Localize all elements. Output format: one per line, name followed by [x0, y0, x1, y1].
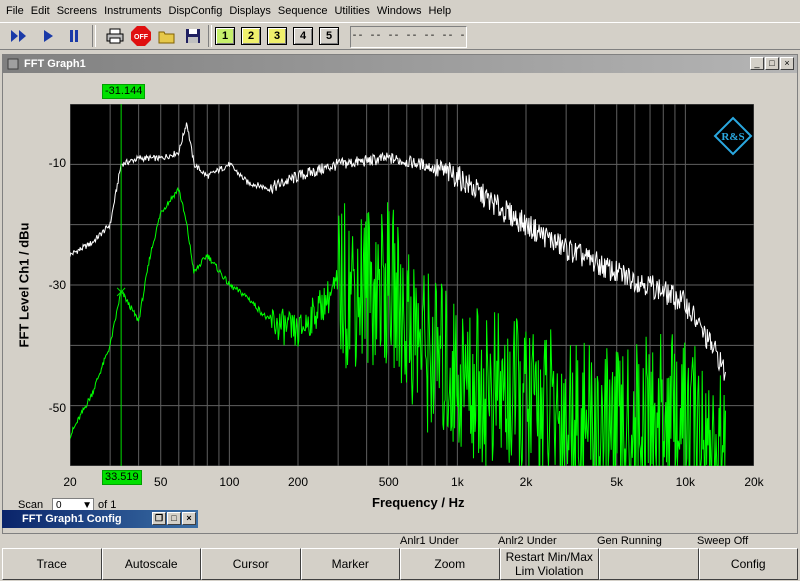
x-tick-label: 50 [154, 475, 168, 489]
x-tick-label: 1k [451, 475, 464, 489]
fft-plot-area[interactable]: R&S [69, 103, 755, 467]
config-1-button[interactable]: 1 [214, 26, 236, 46]
marker-button[interactable]: Marker [300, 548, 400, 580]
svg-text:R&S: R&S [721, 131, 744, 143]
x-tick-label: 20 [63, 475, 77, 489]
menu-bar: File Edit Screens Instruments DispConfig Disp… [0, 0, 800, 22]
readout-field: -- -- -- -- -- -- -- [350, 26, 467, 62]
x-tick-label: 10k [675, 475, 696, 489]
generator-off-icon[interactable]: OFF [130, 26, 152, 46]
printer-icon[interactable] [104, 26, 126, 46]
status-anlr1: Anlr1 Under [400, 535, 459, 547]
menu-item-windows[interactable]: Windows [374, 5, 425, 17]
x-axis-label: Frequency / Hz [372, 495, 465, 510]
menu-item-sequence[interactable]: Sequence [275, 5, 331, 17]
open-folder-icon[interactable] [156, 26, 178, 46]
config-3-button[interactable]: 3 [266, 26, 288, 46]
cursor-level-readout: -31.144 [102, 84, 146, 99]
menu-item-displays[interactable]: Displays [226, 5, 274, 17]
menu-item-edit[interactable]: Edit [28, 5, 53, 17]
y-tick-label: -30 [48, 278, 66, 292]
trace-button[interactable]: Trace [2, 548, 102, 580]
cursor-button[interactable]: Cursor [201, 548, 301, 580]
fft-chart: R&S [69, 103, 755, 467]
config-4-button[interactable]: 4 [292, 26, 314, 46]
menu-item-dispconfig[interactable]: DispConfig [166, 5, 226, 17]
pause-icon[interactable] [64, 26, 84, 46]
restore-icon[interactable]: ❐ [152, 512, 166, 525]
minimize-icon[interactable]: _ [750, 57, 764, 70]
x-tick-label: 5k [610, 475, 624, 489]
graph-window-title[interactable]: FFT Graph1 [3, 55, 797, 73]
y-tick-label: -50 [48, 401, 66, 415]
series-line [69, 186, 726, 467]
svg-text:OFF: OFF [134, 34, 149, 41]
config-2-button[interactable]: 2 [240, 26, 262, 46]
fast-forward-icon[interactable] [8, 26, 30, 46]
menu-item-help[interactable]: Help [426, 5, 455, 17]
config-window-title-text: FFT Graph1 Config [22, 513, 122, 525]
empty-softkey[interactable] [599, 548, 699, 580]
x-tick-label: 100 [219, 475, 240, 489]
config-5-button[interactable]: 5 [318, 26, 340, 46]
menu-item-file[interactable]: File [3, 5, 27, 17]
autoscale-button[interactable]: Autoscale [101, 548, 201, 580]
maximize-icon[interactable]: □ [167, 512, 181, 525]
window-icon [7, 58, 19, 73]
cursor-freq-readout: 33.519 [102, 470, 142, 485]
config-window-title[interactable]: FFT Graph1 Config ❐ □ × [2, 510, 198, 528]
config-button[interactable]: Config [698, 548, 798, 580]
status-generator: Gen Running [597, 535, 662, 547]
x-tick-label: 200 [287, 475, 309, 489]
close-icon[interactable]: × [182, 512, 196, 525]
x-tick-label: 2k [519, 475, 533, 489]
menu-item-utilities[interactable]: Utilities [331, 5, 372, 17]
maximize-icon[interactable]: □ [765, 57, 779, 70]
play-icon[interactable] [38, 26, 58, 46]
graph-window-title-text: FFT Graph1 [24, 58, 86, 70]
x-tick-label: 500 [378, 475, 399, 489]
rs-logo-icon: R&S [713, 116, 753, 156]
save-icon[interactable] [182, 26, 204, 46]
status-sweep: Sweep Off [697, 535, 749, 547]
y-tick-label: -10 [48, 156, 66, 170]
menu-item-instruments[interactable]: Instruments [101, 5, 164, 17]
softkey-bar: Trace Autoscale Cursor Marker Zoom Resta… [2, 548, 798, 580]
zoom-button[interactable]: Zoom [400, 548, 500, 580]
close-icon[interactable]: × [780, 57, 794, 70]
x-tick-label: 20k [744, 475, 764, 489]
status-anlr2: Anlr2 Under [498, 535, 557, 547]
menu-item-screens[interactable]: Screens [54, 5, 100, 17]
restart-minmax-button[interactable]: Restart Min/Max Lim Violation [499, 548, 599, 580]
